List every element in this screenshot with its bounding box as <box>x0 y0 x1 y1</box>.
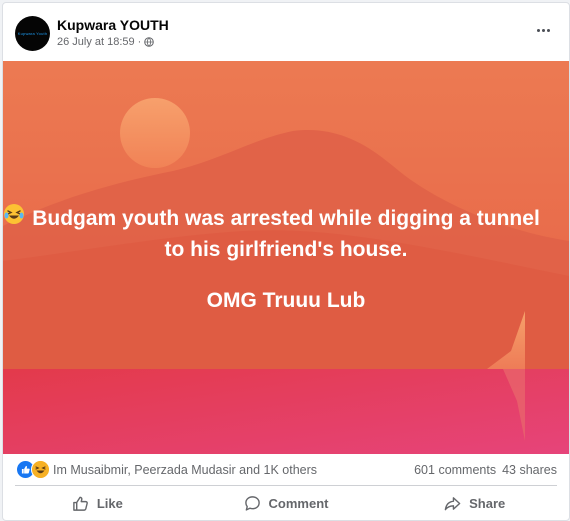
comment-button[interactable]: Comment <box>192 487 381 520</box>
post-text: Budgam youth was arrested while digging … <box>3 203 569 316</box>
thumbs-up-icon <box>73 496 88 511</box>
divider <box>15 485 557 486</box>
avatar-logo-text: Kupwara Youth <box>17 31 48 36</box>
haha-reaction-icon <box>31 460 50 479</box>
share-button[interactable]: Share <box>380 487 569 520</box>
laughing-crying-emoji <box>4 204 24 224</box>
action-bar: Like Comment Share <box>3 487 569 520</box>
share-icon <box>444 497 461 511</box>
shares-count[interactable]: 43 shares <box>502 463 557 477</box>
post-stats: Im Musaibmir, Peerzada Mudasir and 1K ot… <box>3 455 569 483</box>
comment-label: Comment <box>268 496 329 511</box>
more-dot <box>546 28 550 32</box>
page-name-link[interactable]: Kupwara YOUTH <box>57 17 169 33</box>
ellipsis-icon[interactable] <box>531 20 555 40</box>
post-header: Kupwara Youth Kupwara YOUTH 26 July at 1… <box>3 3 569 61</box>
more-dot <box>536 28 540 32</box>
comments-count[interactable]: 601 comments <box>414 463 496 477</box>
comment-icon <box>244 496 260 511</box>
post-timestamp[interactable]: 26 July at 18:59 <box>57 36 135 48</box>
sun <box>120 98 190 168</box>
more-dot <box>541 28 545 32</box>
post-card: Kupwara Youth Kupwara YOUTH 26 July at 1… <box>2 2 570 521</box>
like-label: Like <box>96 496 123 511</box>
post-meta: 26 July at 18:59 · <box>57 36 155 48</box>
globe-icon[interactable] <box>144 37 155 47</box>
post-background-image[interactable]: Budgam youth was arrested while digging … <box>3 61 569 454</box>
meta-separator: · <box>137 36 142 48</box>
post-text-line2-label: OMG Truuu Lub <box>206 289 366 312</box>
water <box>3 369 569 454</box>
like-button[interactable]: Like <box>3 487 192 520</box>
reacted-by-text[interactable]: Im Musaibmir, Peerzada Mudasir and 1K ot… <box>53 463 317 477</box>
share-label: Share <box>469 496 506 511</box>
engagement-counts: 601 comments 43 shares <box>414 463 557 477</box>
post-text-line1: Budgam youth was arrested while digging … <box>32 207 540 261</box>
reaction-icons[interactable] <box>16 460 50 479</box>
page-avatar[interactable]: Kupwara Youth <box>15 16 50 51</box>
post-text-line2: OMG Truuu Lub <box>3 204 569 316</box>
